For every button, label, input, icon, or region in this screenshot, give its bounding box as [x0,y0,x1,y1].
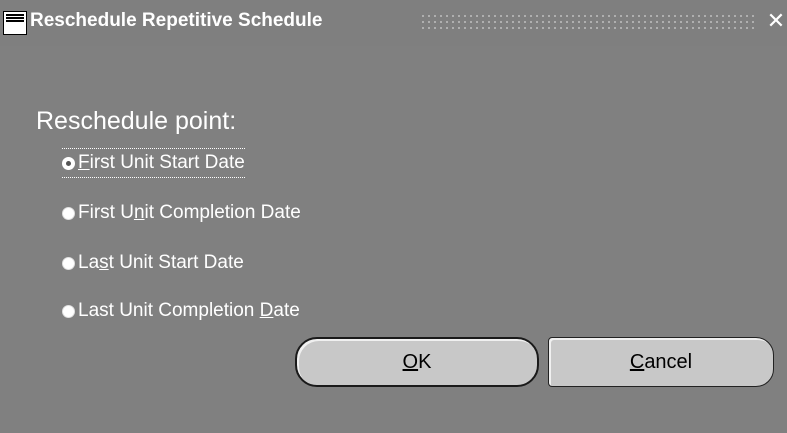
title-bar[interactable]: Reschedule Repetitive Schedule ✕ [0,0,787,46]
radio-label: First Unit Start Date [78,152,245,173]
reschedule-dialog: Reschedule Repetitive Schedule ✕ Resched… [0,0,787,433]
radio-label: Last Unit Completion Date [78,300,300,321]
radio-button-icon[interactable] [62,206,75,220]
radio-last-unit-completion-date[interactable]: Last Unit Completion Date [62,297,300,325]
cancel-button[interactable]: Cancel [548,337,774,387]
radio-button-icon[interactable] [62,256,75,270]
reschedule-point-label: Reschedule point: [36,107,237,135]
title-bar-grip [420,13,755,33]
radio-last-unit-start-date[interactable]: Last Unit Start Date [62,249,244,277]
window-title: Reschedule Repetitive Schedule [30,10,323,31]
radio-button-icon[interactable] [62,304,75,318]
radio-first-unit-start-date[interactable]: First Unit Start Date [62,148,245,178]
close-icon[interactable]: ✕ [765,10,787,34]
radio-first-unit-completion-date[interactable]: First Unit Completion Date [62,199,301,227]
ok-button[interactable]: OK [295,337,539,387]
oracle-app-icon [3,11,27,35]
radio-button-selected-icon[interactable] [62,156,75,170]
radio-label: Last Unit Start Date [78,252,244,273]
radio-label: First Unit Completion Date [78,202,301,223]
